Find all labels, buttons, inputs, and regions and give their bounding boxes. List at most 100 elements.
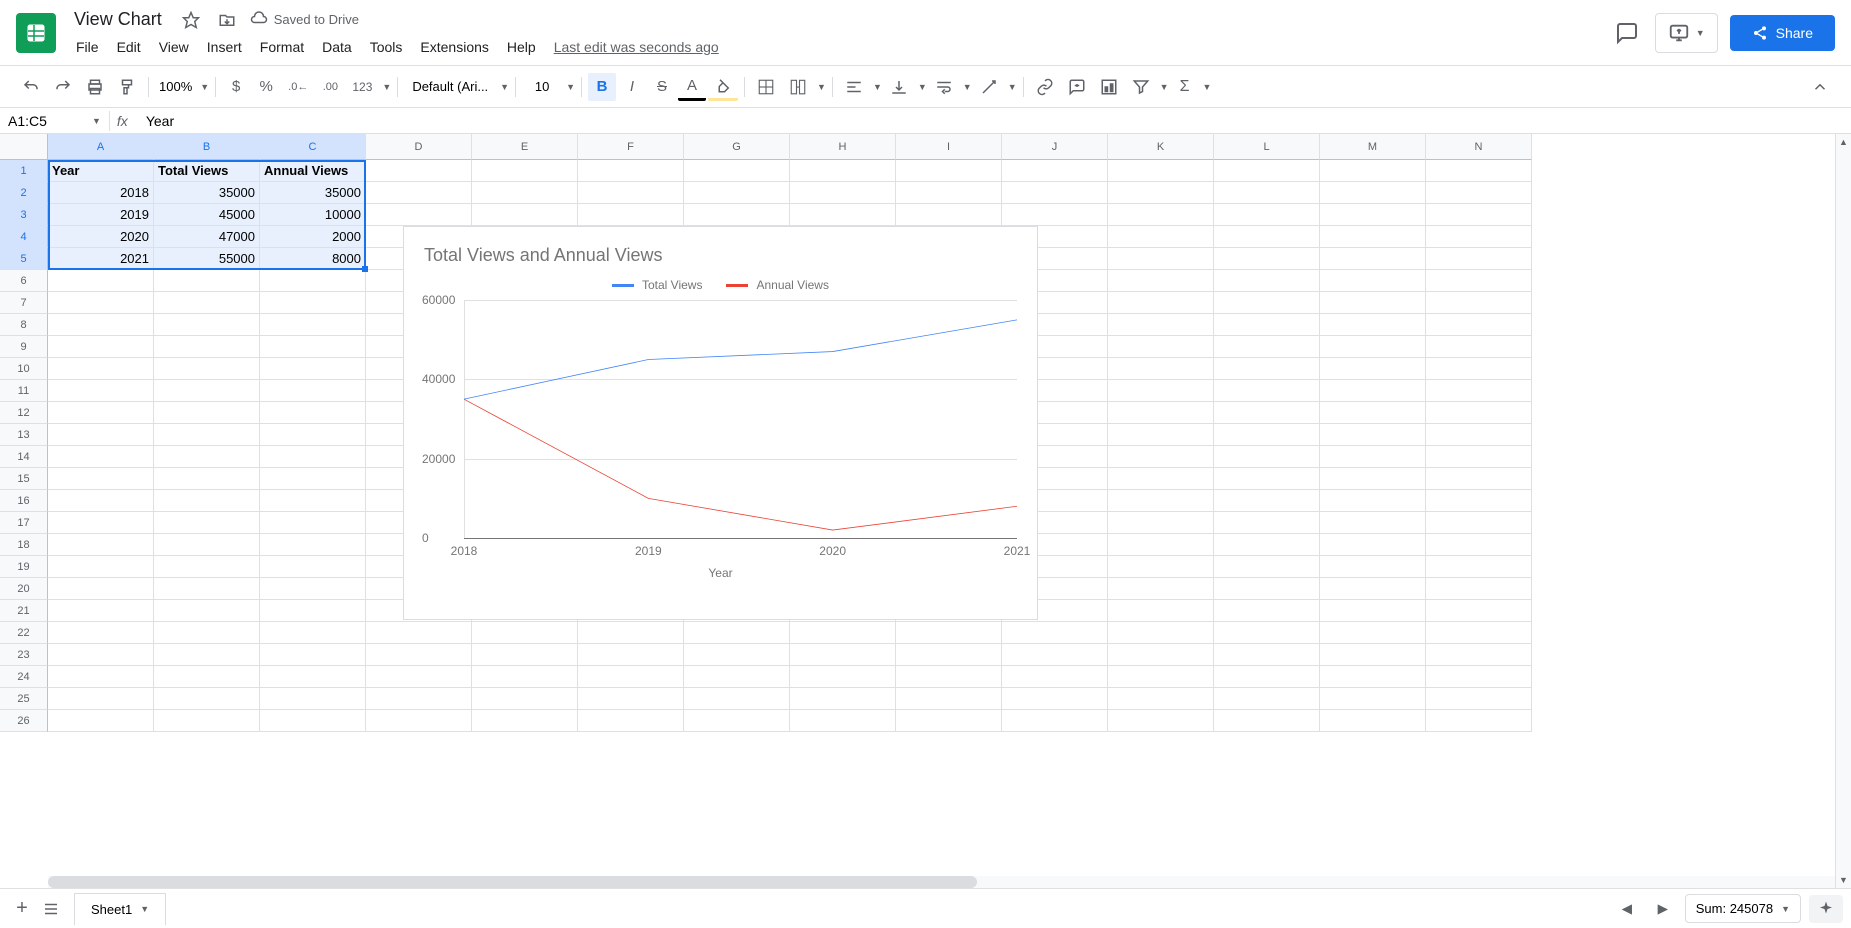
cell[interactable]: [154, 446, 260, 468]
cell[interactable]: [1214, 160, 1320, 182]
cell[interactable]: [1214, 292, 1320, 314]
cell[interactable]: [1426, 600, 1532, 622]
filter-icon[interactable]: [1126, 73, 1156, 101]
sheet-nav-left-icon[interactable]: ◀: [1613, 895, 1641, 923]
chevron-down-icon[interactable]: ▼: [918, 82, 927, 92]
row-header[interactable]: 12: [0, 402, 48, 424]
cell[interactable]: [260, 600, 366, 622]
cell[interactable]: [260, 380, 366, 402]
cell[interactable]: [1214, 446, 1320, 468]
cell[interactable]: [154, 688, 260, 710]
document-title[interactable]: View Chart: [68, 7, 168, 32]
cell[interactable]: [366, 204, 472, 226]
font-select[interactable]: Default (Ari...: [404, 75, 496, 98]
cell[interactable]: 2021: [48, 248, 154, 270]
comment-icon[interactable]: [1062, 73, 1092, 101]
cell[interactable]: 2019: [48, 204, 154, 226]
menu-view[interactable]: View: [151, 35, 197, 59]
cell[interactable]: [1426, 534, 1532, 556]
cell[interactable]: [1320, 182, 1426, 204]
halign-button[interactable]: [839, 73, 869, 101]
cell[interactable]: [1320, 622, 1426, 644]
cell[interactable]: [260, 688, 366, 710]
cell[interactable]: 35000: [260, 182, 366, 204]
cell[interactable]: [1002, 644, 1108, 666]
cell[interactable]: [578, 666, 684, 688]
row-header[interactable]: 13: [0, 424, 48, 446]
cell[interactable]: [1426, 490, 1532, 512]
cell[interactable]: [1320, 314, 1426, 336]
cell[interactable]: [154, 402, 260, 424]
row-header[interactable]: 6: [0, 270, 48, 292]
cell[interactable]: [472, 182, 578, 204]
menu-insert[interactable]: Insert: [199, 35, 250, 59]
cell[interactable]: [48, 336, 154, 358]
cell[interactable]: [154, 666, 260, 688]
strikethrough-button[interactable]: S: [648, 73, 676, 101]
sheet-tab[interactable]: Sheet1 ▼: [74, 893, 166, 925]
cell[interactable]: [1108, 314, 1214, 336]
cell[interactable]: [1426, 160, 1532, 182]
cell[interactable]: [790, 710, 896, 732]
cell[interactable]: [48, 688, 154, 710]
cell[interactable]: [1108, 622, 1214, 644]
cell[interactable]: [366, 710, 472, 732]
row-header[interactable]: 10: [0, 358, 48, 380]
row-header[interactable]: 8: [0, 314, 48, 336]
cell[interactable]: [1426, 204, 1532, 226]
cell[interactable]: [1320, 270, 1426, 292]
cell[interactable]: Annual Views: [260, 160, 366, 182]
cell[interactable]: [1426, 226, 1532, 248]
row-header[interactable]: 20: [0, 578, 48, 600]
cell[interactable]: [1320, 534, 1426, 556]
cell[interactable]: [684, 622, 790, 644]
cell[interactable]: [1108, 600, 1214, 622]
collapse-toolbar-icon[interactable]: [1805, 73, 1835, 101]
cell[interactable]: [260, 292, 366, 314]
cell[interactable]: [260, 644, 366, 666]
chevron-down-icon[interactable]: ▼: [500, 82, 509, 92]
cell[interactable]: 2020: [48, 226, 154, 248]
link-icon[interactable]: [1030, 73, 1060, 101]
cell[interactable]: [1108, 534, 1214, 556]
scroll-down-icon[interactable]: ▼: [1836, 872, 1851, 888]
cell[interactable]: [1108, 292, 1214, 314]
cell[interactable]: [1002, 666, 1108, 688]
cell[interactable]: [1426, 336, 1532, 358]
column-header[interactable]: J: [1002, 134, 1108, 160]
app-logo[interactable]: [16, 13, 56, 53]
chevron-down-icon[interactable]: ▼: [200, 82, 209, 92]
cell[interactable]: [154, 314, 260, 336]
cell[interactable]: [260, 578, 366, 600]
cell[interactable]: [260, 446, 366, 468]
row-header[interactable]: 1: [0, 160, 48, 182]
cell[interactable]: [1320, 556, 1426, 578]
cell[interactable]: 35000: [154, 182, 260, 204]
cell[interactable]: [1426, 644, 1532, 666]
cell[interactable]: [1108, 424, 1214, 446]
cell[interactable]: [1214, 402, 1320, 424]
row-header[interactable]: 17: [0, 512, 48, 534]
menu-help[interactable]: Help: [499, 35, 544, 59]
cell[interactable]: [1108, 468, 1214, 490]
vertical-scrollbar[interactable]: ▲ ▼: [1835, 134, 1851, 888]
cell[interactable]: [1108, 556, 1214, 578]
cell[interactable]: [1108, 710, 1214, 732]
cell[interactable]: [260, 490, 366, 512]
cell[interactable]: [1108, 512, 1214, 534]
chevron-down-icon[interactable]: ▼: [140, 904, 149, 914]
cell[interactable]: [154, 600, 260, 622]
cell[interactable]: [48, 710, 154, 732]
cell[interactable]: [154, 512, 260, 534]
cell[interactable]: [1320, 380, 1426, 402]
increase-decimal-icon[interactable]: .00: [316, 73, 344, 101]
row-header[interactable]: 14: [0, 446, 48, 468]
row-header[interactable]: 2: [0, 182, 48, 204]
cell[interactable]: [1002, 710, 1108, 732]
cell[interactable]: [366, 688, 472, 710]
cell[interactable]: [48, 446, 154, 468]
cell[interactable]: [684, 666, 790, 688]
zoom-select[interactable]: 100%: [155, 75, 196, 98]
cell[interactable]: [260, 710, 366, 732]
redo-icon[interactable]: [48, 73, 78, 101]
